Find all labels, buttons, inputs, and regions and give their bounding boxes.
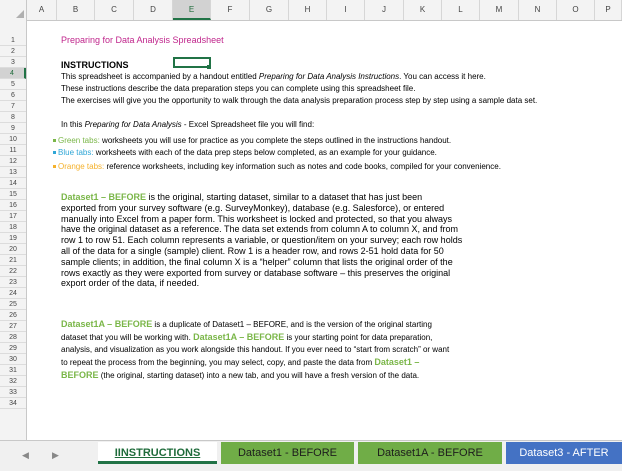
sheet-tab-bar: ◀ ▶ IINSTRUCTIONS Dataset1 - BEFORE Data… [0, 440, 622, 471]
intro-line-3: The exercises will give you the opportun… [61, 96, 538, 105]
column-header-f[interactable]: F [211, 0, 250, 20]
column-header-a[interactable]: A [27, 0, 57, 20]
row-header[interactable]: 13 [0, 167, 26, 178]
column-header-b[interactable]: B [57, 0, 95, 20]
intro-line-2: These instructions describe the data pre… [61, 84, 416, 93]
tab-dataset3-after[interactable]: Dataset3 - AFTER [506, 442, 622, 464]
dataset1-description: Dataset1 – BEFORE is the original, start… [61, 192, 463, 289]
row-header-bar: 1 2 3 4 5 6 7 8 9 10 11 12 13 14 15 16 1… [0, 20, 27, 440]
select-all-corner[interactable] [0, 0, 27, 20]
row-header[interactable]: 25 [0, 299, 26, 310]
blue-bullet-icon [53, 151, 56, 154]
column-header-m[interactable]: M [480, 0, 519, 20]
row-header-selected[interactable]: 4 [0, 68, 26, 79]
row-header[interactable]: 10 [0, 134, 26, 145]
column-header-g[interactable]: G [250, 0, 289, 20]
row-header[interactable]: 14 [0, 178, 26, 189]
row-header[interactable]: 18 [0, 222, 26, 233]
triangle-left-icon[interactable]: ◀ [22, 450, 29, 461]
blue-tabs-line: Blue tabs: worksheets with each of the d… [53, 148, 437, 157]
row-header[interactable]: 17 [0, 211, 26, 222]
intro-line-1: This spreadsheet is accompanied by a han… [61, 72, 486, 81]
row-header[interactable]: 27 [0, 321, 26, 332]
column-header-l[interactable]: L [442, 0, 480, 20]
row-header[interactable]: 12 [0, 156, 26, 167]
row-header[interactable]: 2 [0, 46, 26, 57]
row-header[interactable]: 21 [0, 255, 26, 266]
row-header[interactable]: 30 [0, 354, 26, 365]
row-header[interactable]: 26 [0, 310, 26, 321]
column-header-k[interactable]: K [404, 0, 442, 20]
row-header[interactable]: 29 [0, 343, 26, 354]
row-header[interactable]: 5 [0, 79, 26, 90]
row-header[interactable]: 16 [0, 200, 26, 211]
fill-handle[interactable] [207, 65, 211, 69]
column-header-o[interactable]: O [557, 0, 595, 20]
row-header[interactable]: 22 [0, 266, 26, 277]
column-header-e[interactable]: E [173, 0, 211, 20]
column-header-j[interactable]: J [365, 0, 404, 20]
row-header[interactable]: 6 [0, 90, 26, 101]
row-header[interactable]: 31 [0, 365, 26, 376]
row-header[interactable]: 23 [0, 277, 26, 288]
row-header[interactable]: 32 [0, 376, 26, 387]
orange-bullet-icon [53, 165, 56, 168]
row-header[interactable]: 19 [0, 233, 26, 244]
row-header[interactable]: 28 [0, 332, 26, 343]
column-header-i[interactable]: I [327, 0, 365, 20]
tab-dataset1a-before[interactable]: Dataset1A - BEFORE [358, 442, 502, 464]
row-header[interactable]: 11 [0, 145, 26, 156]
row-header[interactable]: 24 [0, 288, 26, 299]
row-header[interactable]: 9 [0, 123, 26, 134]
triangle-right-icon[interactable]: ▶ [52, 450, 59, 461]
select-all-icon [16, 10, 24, 18]
row-header[interactable]: 7 [0, 101, 26, 112]
row-header[interactable]: 33 [0, 387, 26, 398]
sheet-title: Preparing for Data Analysis Spreadsheet [61, 35, 224, 45]
instructions-heading: INSTRUCTIONS [61, 60, 129, 70]
column-header-p[interactable]: P [595, 0, 622, 20]
column-header-n[interactable]: N [519, 0, 557, 20]
column-header-bar: A B C D E F G H I J K L M N O P [0, 0, 622, 21]
row-header[interactable]: 8 [0, 112, 26, 123]
dataset1a-description: Dataset1A – BEFORE is a duplicate of Dat… [61, 319, 450, 380]
green-bullet-icon [53, 139, 56, 142]
selected-cell[interactable] [173, 57, 211, 68]
row-header[interactable]: 15 [0, 189, 26, 200]
row-header[interactable]: 3 [0, 57, 26, 68]
row-header[interactable]: 34 [0, 398, 26, 409]
column-header-h[interactable]: H [289, 0, 327, 20]
find-line: In this Preparing for Data Analysis - Ex… [61, 120, 315, 129]
column-header-d[interactable]: D [134, 0, 173, 20]
tab-instructions[interactable]: IINSTRUCTIONS [98, 442, 217, 464]
row-header[interactable]: 20 [0, 244, 26, 255]
orange-tabs-line: Orange tabs: reference worksheets, inclu… [53, 162, 501, 171]
row-header[interactable]: 1 [0, 35, 26, 46]
column-header-c[interactable]: C [95, 0, 134, 20]
green-tabs-line: Green tabs: worksheets you will use for … [53, 136, 451, 145]
tab-dataset1-before[interactable]: Dataset1 - BEFORE [221, 442, 354, 464]
